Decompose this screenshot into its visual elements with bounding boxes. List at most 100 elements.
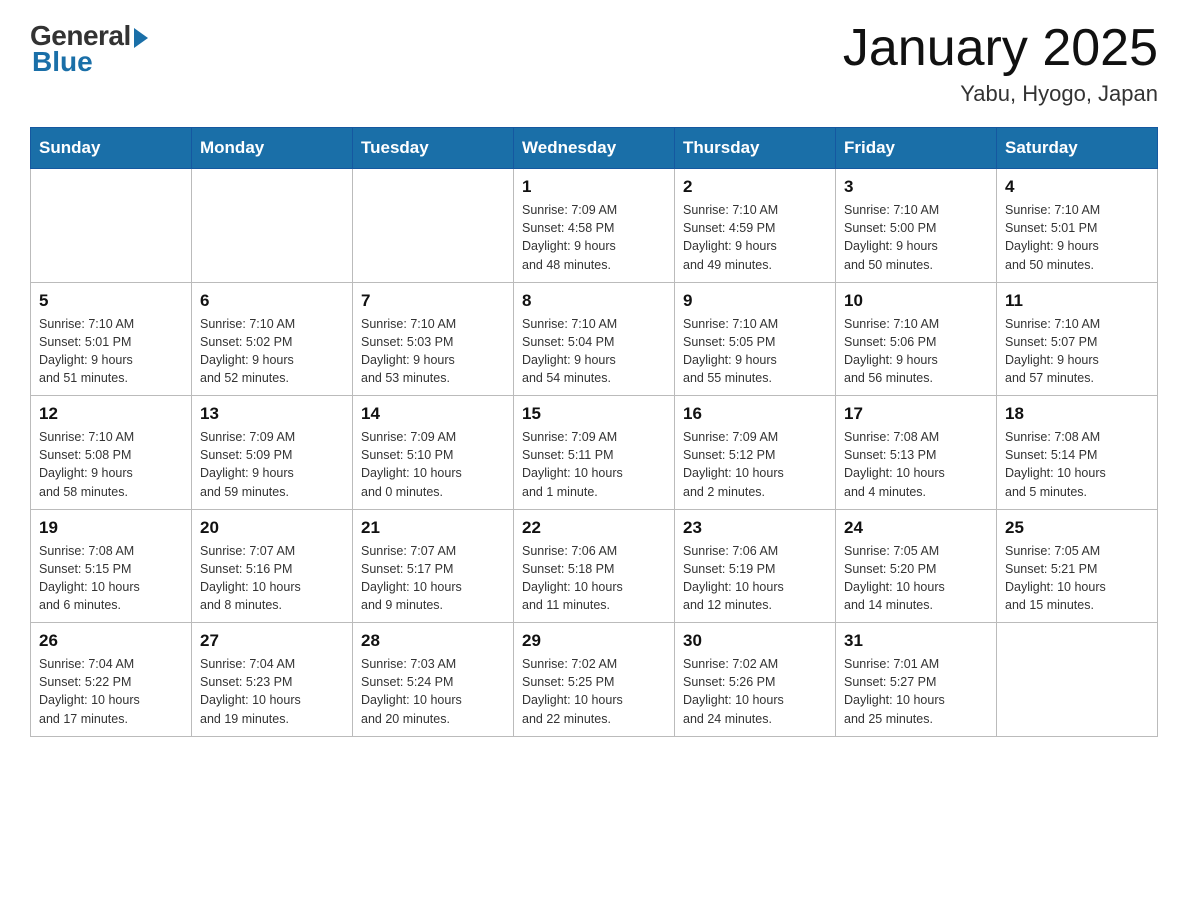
- day-info: Sunrise: 7:01 AMSunset: 5:27 PMDaylight:…: [844, 655, 988, 728]
- day-info: Sunrise: 7:10 AMSunset: 5:03 PMDaylight:…: [361, 315, 505, 388]
- day-number: 14: [361, 404, 505, 424]
- day-info: Sunrise: 7:07 AMSunset: 5:17 PMDaylight:…: [361, 542, 505, 615]
- day-number: 18: [1005, 404, 1149, 424]
- day-number: 7: [361, 291, 505, 311]
- day-info: Sunrise: 7:04 AMSunset: 5:22 PMDaylight:…: [39, 655, 183, 728]
- day-number: 11: [1005, 291, 1149, 311]
- calendar-cell: 4Sunrise: 7:10 AMSunset: 5:01 PMDaylight…: [997, 169, 1158, 283]
- page-header: General Blue January 2025 Yabu, Hyogo, J…: [30, 20, 1158, 107]
- day-info: Sunrise: 7:05 AMSunset: 5:20 PMDaylight:…: [844, 542, 988, 615]
- calendar-cell: 27 Sunrise: 7:04 AMSunset: 5:23 PMDayligh…: [192, 623, 353, 737]
- day-number: 3: [844, 177, 988, 197]
- calendar-cell: 6 Sunrise: 7:10 AMSunset: 5:02 PMDaylight…: [192, 282, 353, 396]
- calendar-cell: 10 Sunrise: 7:10 AMSunset: 5:06 PMDayligh…: [836, 282, 997, 396]
- day-number: 19: [39, 518, 183, 538]
- calendar-cell: 2 Sunrise: 7:10 AMSunset: 4:59 PMDaylight…: [675, 169, 836, 283]
- day-number: 23: [683, 518, 827, 538]
- day-number: 21: [361, 518, 505, 538]
- month-title: January 2025: [843, 20, 1158, 77]
- day-info: Sunrise: 7:09 AMSunset: 5:12 PMDaylight:…: [683, 428, 827, 501]
- calendar-cell: 16 Sunrise: 7:09 AMSunset: 5:12 PMDayligh…: [675, 396, 836, 510]
- column-header-friday: Friday: [836, 128, 997, 169]
- calendar-cell: 8 Sunrise: 7:10 AMSunset: 5:04 PMDaylight…: [514, 282, 675, 396]
- day-number: 22: [522, 518, 666, 538]
- calendar-cell: 20 Sunrise: 7:07 AMSunset: 5:16 PMDayligh…: [192, 509, 353, 623]
- calendar-week-4: 19 Sunrise: 7:08 AMSunset: 5:15 PMDayligh…: [31, 509, 1158, 623]
- day-number: 5: [39, 291, 183, 311]
- day-info: Sunrise: 7:07 AMSunset: 5:16 PMDaylight:…: [200, 542, 344, 615]
- column-header-tuesday: Tuesday: [353, 128, 514, 169]
- calendar-cell: 7 Sunrise: 7:10 AMSunset: 5:03 PMDaylight…: [353, 282, 514, 396]
- day-info: Sunrise: 7:09 AMSunset: 4:58 PMDaylight:…: [522, 201, 666, 274]
- calendar-cell: 25Sunrise: 7:05 AMSunset: 5:21 PMDayligh…: [997, 509, 1158, 623]
- calendar-cell: [353, 169, 514, 283]
- calendar-table: SundayMondayTuesdayWednesdayThursdayFrid…: [30, 127, 1158, 737]
- calendar-week-2: 5 Sunrise: 7:10 AMSunset: 5:01 PMDaylight…: [31, 282, 1158, 396]
- day-number: 29: [522, 631, 666, 651]
- calendar-week-3: 12 Sunrise: 7:10 AMSunset: 5:08 PMDayligh…: [31, 396, 1158, 510]
- day-number: 24: [844, 518, 988, 538]
- day-number: 6: [200, 291, 344, 311]
- day-info: Sunrise: 7:10 AMSunset: 5:02 PMDaylight:…: [200, 315, 344, 388]
- day-number: 20: [200, 518, 344, 538]
- column-header-saturday: Saturday: [997, 128, 1158, 169]
- day-number: 28: [361, 631, 505, 651]
- day-info: Sunrise: 7:10 AMSunset: 5:00 PMDaylight:…: [844, 201, 988, 274]
- day-number: 12: [39, 404, 183, 424]
- logo-arrow-icon: [134, 28, 148, 48]
- day-info: Sunrise: 7:10 AMSunset: 5:04 PMDaylight:…: [522, 315, 666, 388]
- calendar-cell: 11 Sunrise: 7:10 AMSunset: 5:07 PMDayligh…: [997, 282, 1158, 396]
- day-info: Sunrise: 7:02 AMSunset: 5:26 PMDaylight:…: [683, 655, 827, 728]
- calendar-cell: 18 Sunrise: 7:08 AMSunset: 5:14 PMDayligh…: [997, 396, 1158, 510]
- calendar-cell: 14 Sunrise: 7:09 AMSunset: 5:10 PMDayligh…: [353, 396, 514, 510]
- day-number: 13: [200, 404, 344, 424]
- calendar-week-5: 26Sunrise: 7:04 AMSunset: 5:22 PMDayligh…: [31, 623, 1158, 737]
- day-number: 8: [522, 291, 666, 311]
- location: Yabu, Hyogo, Japan: [843, 81, 1158, 107]
- day-number: 16: [683, 404, 827, 424]
- day-number: 27: [200, 631, 344, 651]
- calendar-cell: 19 Sunrise: 7:08 AMSunset: 5:15 PMDayligh…: [31, 509, 192, 623]
- day-number: 17: [844, 404, 988, 424]
- day-info: Sunrise: 7:06 AMSunset: 5:18 PMDaylight:…: [522, 542, 666, 615]
- calendar-cell: [31, 169, 192, 283]
- day-info: Sunrise: 7:10 AMSunset: 4:59 PMDaylight:…: [683, 201, 827, 274]
- day-number: 4: [1005, 177, 1149, 197]
- day-info: Sunrise: 7:04 AMSunset: 5:23 PMDaylight:…: [200, 655, 344, 728]
- day-info: Sunrise: 7:03 AMSunset: 5:24 PMDaylight:…: [361, 655, 505, 728]
- day-info: Sunrise: 7:09 AMSunset: 5:10 PMDaylight:…: [361, 428, 505, 501]
- calendar-week-1: 1Sunrise: 7:09 AMSunset: 4:58 PMDaylight…: [31, 169, 1158, 283]
- day-info: Sunrise: 7:10 AMSunset: 5:07 PMDaylight:…: [1005, 315, 1149, 388]
- calendar-cell: 22 Sunrise: 7:06 AMSunset: 5:18 PMDayligh…: [514, 509, 675, 623]
- day-number: 10: [844, 291, 988, 311]
- calendar-cell: 3 Sunrise: 7:10 AMSunset: 5:00 PMDaylight…: [836, 169, 997, 283]
- calendar-cell: 1Sunrise: 7:09 AMSunset: 4:58 PMDaylight…: [514, 169, 675, 283]
- day-info: Sunrise: 7:08 AMSunset: 5:14 PMDaylight:…: [1005, 428, 1149, 501]
- calendar-cell: 29 Sunrise: 7:02 AMSunset: 5:25 PMDayligh…: [514, 623, 675, 737]
- title-block: January 2025 Yabu, Hyogo, Japan: [843, 20, 1158, 107]
- calendar-cell: 23 Sunrise: 7:06 AMSunset: 5:19 PMDayligh…: [675, 509, 836, 623]
- calendar-cell: 26Sunrise: 7:04 AMSunset: 5:22 PMDayligh…: [31, 623, 192, 737]
- calendar-cell: [997, 623, 1158, 737]
- day-info: Sunrise: 7:10 AMSunset: 5:01 PMDaylight:…: [39, 315, 183, 388]
- calendar-header: SundayMondayTuesdayWednesdayThursdayFrid…: [31, 128, 1158, 169]
- calendar-cell: [192, 169, 353, 283]
- calendar-cell: 17Sunrise: 7:08 AMSunset: 5:13 PMDayligh…: [836, 396, 997, 510]
- day-number: 30: [683, 631, 827, 651]
- day-info: Sunrise: 7:10 AMSunset: 5:08 PMDaylight:…: [39, 428, 183, 501]
- day-info: Sunrise: 7:10 AMSunset: 5:06 PMDaylight:…: [844, 315, 988, 388]
- calendar-cell: 31Sunrise: 7:01 AMSunset: 5:27 PMDayligh…: [836, 623, 997, 737]
- day-info: Sunrise: 7:08 AMSunset: 5:15 PMDaylight:…: [39, 542, 183, 615]
- calendar-cell: 9 Sunrise: 7:10 AMSunset: 5:05 PMDaylight…: [675, 282, 836, 396]
- logo: General Blue: [30, 20, 148, 78]
- day-info: Sunrise: 7:05 AMSunset: 5:21 PMDaylight:…: [1005, 542, 1149, 615]
- day-info: Sunrise: 7:06 AMSunset: 5:19 PMDaylight:…: [683, 542, 827, 615]
- calendar-cell: 15Sunrise: 7:09 AMSunset: 5:11 PMDayligh…: [514, 396, 675, 510]
- day-number: 9: [683, 291, 827, 311]
- day-number: 2: [683, 177, 827, 197]
- day-info: Sunrise: 7:02 AMSunset: 5:25 PMDaylight:…: [522, 655, 666, 728]
- logo-blue-text: Blue: [30, 46, 93, 78]
- day-info: Sunrise: 7:10 AMSunset: 5:05 PMDaylight:…: [683, 315, 827, 388]
- calendar-cell: 28 Sunrise: 7:03 AMSunset: 5:24 PMDayligh…: [353, 623, 514, 737]
- calendar-cell: 13Sunrise: 7:09 AMSunset: 5:09 PMDayligh…: [192, 396, 353, 510]
